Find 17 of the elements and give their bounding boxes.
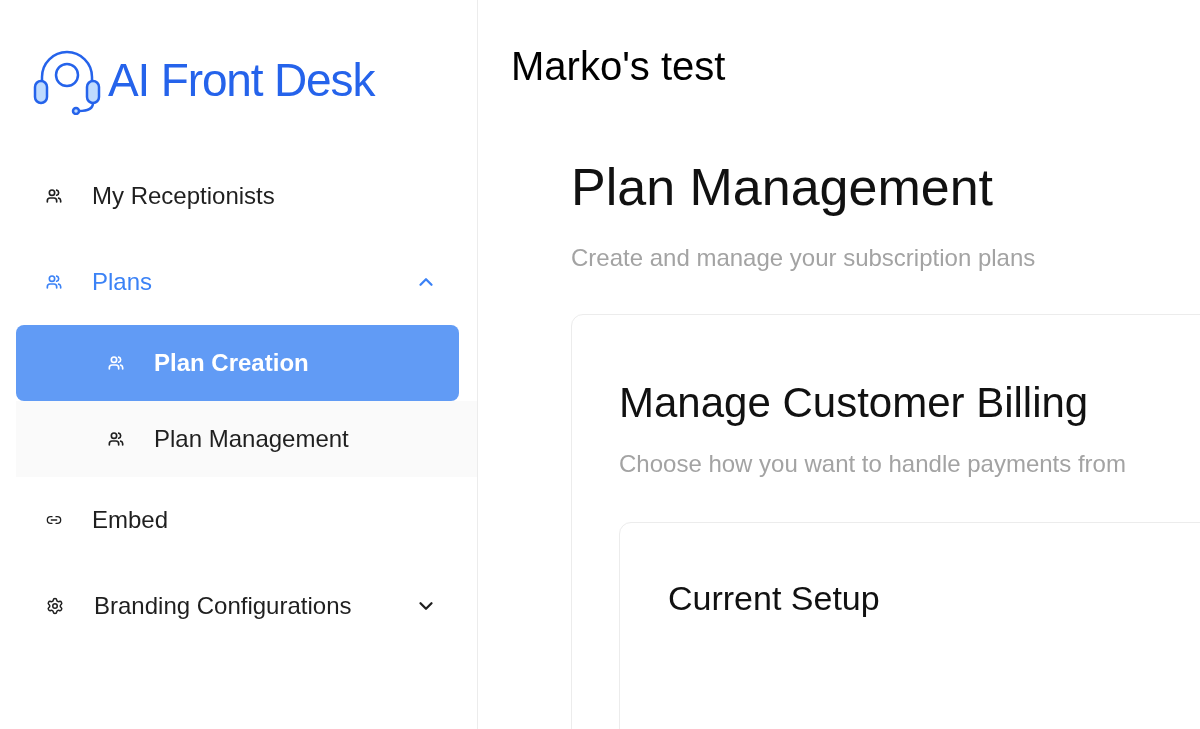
sidebar-item[interactable]: My Receptionists <box>0 153 477 239</box>
users-icon <box>108 431 124 447</box>
page-subtitle: Create and manage your subscription plans <box>571 243 1037 273</box>
sidebar-item[interactable]: Plans <box>0 239 477 325</box>
sidebar-item[interactable]: Embed <box>0 477 477 563</box>
page-title: Plan Management <box>571 157 995 218</box>
users-icon <box>46 274 62 290</box>
users-icon <box>46 188 62 204</box>
users-icon <box>108 355 124 371</box>
card-subtitle: Choose how you want to handle payments from <box>619 449 1127 479</box>
logo-text: AI Front Desk <box>108 53 375 108</box>
sidebar-item[interactable]: Branding Configurations <box>0 563 477 649</box>
sidebar-item[interactable]: Plan Management <box>16 401 477 477</box>
header-title: Marko's test <box>510 43 727 90</box>
setup-title: Current Setup <box>668 578 881 619</box>
card-title: Manage Customer Billing <box>619 378 1090 428</box>
settings-icon <box>46 597 64 615</box>
